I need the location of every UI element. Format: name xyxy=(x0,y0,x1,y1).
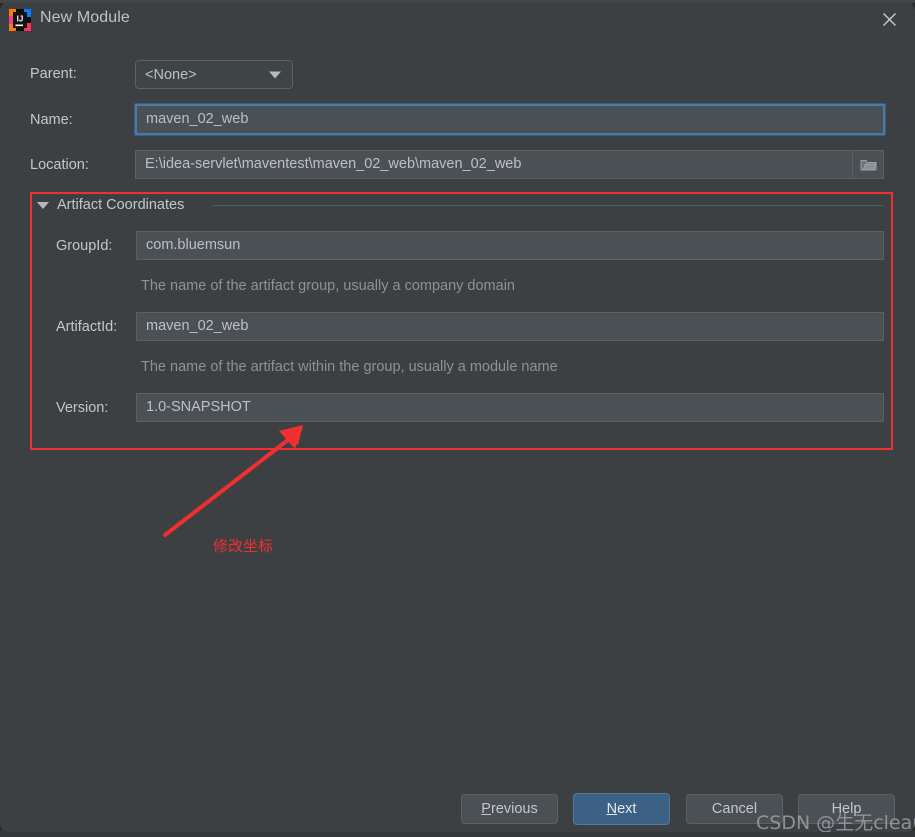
name-input[interactable]: maven_02_web xyxy=(134,103,886,136)
dialog-titlebar: IJ New Module xyxy=(0,2,915,38)
annotation-label: 修改坐标 xyxy=(213,537,274,555)
close-icon[interactable] xyxy=(863,2,915,36)
location-label: Location: xyxy=(30,157,89,173)
artifactid-input[interactable]: maven_02_web xyxy=(136,312,884,341)
next-button[interactable]: Next xyxy=(573,793,670,825)
location-browse-button[interactable] xyxy=(852,150,884,179)
groupid-hint: The name of the artifact group, usually … xyxy=(141,278,515,294)
parent-dropdown-value: <None> xyxy=(145,66,197,83)
parent-label: Parent: xyxy=(30,66,77,82)
version-input[interactable]: 1.0-SNAPSHOT xyxy=(136,393,884,422)
groupid-input[interactable]: com.bluemsun xyxy=(136,231,884,260)
parent-dropdown[interactable]: <None> xyxy=(135,60,293,89)
folder-icon xyxy=(860,159,877,170)
csdn-watermark: CSDN @生无clean xyxy=(756,812,915,832)
arrow-up-icon xyxy=(163,425,303,537)
section-separator xyxy=(213,205,883,206)
svg-text:IJ: IJ xyxy=(17,15,24,24)
location-input[interactable]: E:\idea-servlet\maventest\maven_02_web\m… xyxy=(135,150,852,179)
name-input-value: maven_02_web xyxy=(146,111,249,128)
name-label: Name: xyxy=(30,112,73,128)
version-label: Version: xyxy=(56,400,109,416)
previous-button-label-rest: revious xyxy=(490,801,538,817)
triangle-down-icon xyxy=(37,201,49,209)
groupid-label: GroupId: xyxy=(56,238,113,254)
artifactid-hint: The name of the artifact within the grou… xyxy=(141,359,558,375)
artifactid-label: ArtifactId: xyxy=(56,319,118,335)
previous-button-mnemonic: P xyxy=(481,801,491,817)
previous-button[interactable]: Previous xyxy=(461,794,558,824)
artifactid-input-value: maven_02_web xyxy=(146,318,249,335)
next-button-mnemonic: N xyxy=(606,801,618,817)
groupid-input-value: com.bluemsun xyxy=(146,237,241,254)
new-module-dialog: IJ New Module Parent: <None> Name: maven… xyxy=(0,2,915,832)
chevron-down-icon xyxy=(269,71,281,78)
cancel-button-label: Cancel xyxy=(711,801,758,817)
dialog-title: New Module xyxy=(40,9,130,26)
location-input-value: E:\idea-servlet\maventest\maven_02_web\m… xyxy=(145,156,522,173)
version-input-value: 1.0-SNAPSHOT xyxy=(146,399,251,416)
next-button-label-rest: ext xyxy=(617,801,637,817)
intellij-idea-icon: IJ xyxy=(9,9,31,31)
artifact-coordinates-section-header[interactable]: Artifact Coordinates xyxy=(37,197,184,213)
artifact-coordinates-section-title: Artifact Coordinates xyxy=(57,197,185,213)
